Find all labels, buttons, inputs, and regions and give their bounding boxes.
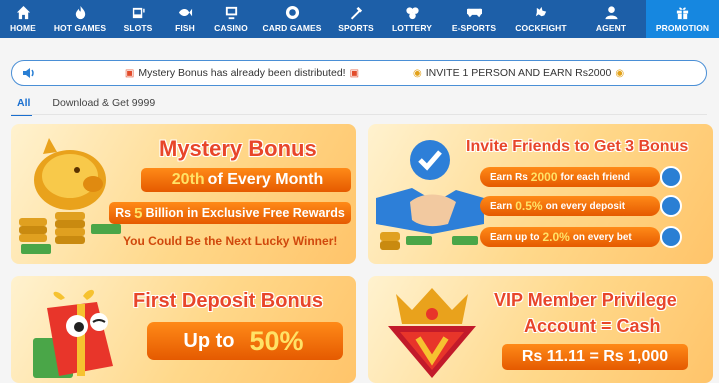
sports-icon bbox=[350, 6, 362, 20]
nav-lottery[interactable]: LOTTERY bbox=[382, 0, 442, 38]
nav-promotion[interactable]: PROMOTION bbox=[646, 0, 719, 38]
ticker-message-mystery: ▣ Mystery Bonus has already been distribu… bbox=[124, 67, 360, 79]
vip-crown-badge-illustration bbox=[388, 288, 476, 378]
mystery-reward-pill: Rs 5 Billion in Exclusive Free Rewards bbox=[109, 202, 351, 224]
home-icon bbox=[16, 5, 30, 20]
fish-icon bbox=[178, 8, 192, 17]
gift-box-mascot-illustration bbox=[33, 289, 113, 378]
deposit-icon bbox=[660, 195, 682, 217]
promo-tabs: All Download & Get 9999 bbox=[11, 95, 157, 116]
tab-divider bbox=[11, 114, 707, 115]
first-deposit-title: First Deposit Bonus bbox=[133, 290, 324, 312]
nav-sports[interactable]: SPORTS bbox=[330, 0, 382, 38]
nav-card-games[interactable]: CARD GAMES bbox=[254, 0, 330, 38]
promo-card-mystery-bonus[interactable]: Mystery Bonus 20th of Every Month Rs 5 Bill… bbox=[11, 124, 356, 264]
casino-icon bbox=[225, 6, 237, 20]
nav-home[interactable]: HOME bbox=[0, 0, 46, 38]
tab-all[interactable]: All bbox=[11, 95, 33, 116]
invite-row-deposit: Earn 0.5% on every deposit bbox=[480, 196, 660, 216]
chart-growth-icon bbox=[660, 226, 682, 248]
invite-friends-title: Invite Friends to Get 3 Bonus bbox=[466, 138, 689, 155]
top-nav: HOME HOT GAMES SLOTS FISH CASINO CARD GA… bbox=[0, 0, 719, 38]
handshake-icon: ◉ bbox=[413, 68, 422, 79]
gamepad-icon bbox=[466, 8, 482, 18]
invite-row-bet: Earn up to 2.0% on every bet bbox=[480, 227, 660, 247]
vip-value-pill: Rs 11.11 = Rs 1,000 bbox=[502, 344, 688, 370]
nav-agent[interactable]: AGENT bbox=[576, 0, 646, 38]
mystery-bonus-title: Mystery Bonus bbox=[159, 136, 317, 161]
speaker-icon bbox=[23, 68, 34, 78]
nav-e-sports[interactable]: E-SPORTS bbox=[442, 0, 506, 38]
agent-icon bbox=[604, 6, 618, 20]
vip-title-line1: VIP Member Privilege bbox=[494, 290, 677, 310]
invite-row-friend: Earn Rs 2000 for each friend bbox=[480, 167, 660, 187]
golden-pig-illustration bbox=[19, 138, 121, 254]
slot-machine-icon bbox=[132, 7, 145, 19]
promo-card-first-deposit[interactable]: First Deposit Bonus Up to 50% bbox=[11, 276, 356, 383]
promo-card-vip[interactable]: VIP Member Privilege Account = Cash Rs 1… bbox=[368, 276, 713, 383]
nav-fish[interactable]: FISH bbox=[162, 0, 208, 38]
nav-hot-games[interactable]: HOT GAMES bbox=[46, 0, 114, 38]
flame-icon bbox=[75, 5, 85, 20]
ticker-message-invite: ◉ INVITE 1 PERSON AND EARN Rs2000 ◉ bbox=[413, 67, 625, 79]
nav-cockfight[interactable]: COCKFIGHT bbox=[506, 0, 576, 38]
gift-icon: ▣ bbox=[124, 68, 135, 79]
rooster-icon bbox=[535, 6, 546, 17]
first-deposit-pill: Up to 50% bbox=[147, 322, 343, 360]
nav-casino[interactable]: CASINO bbox=[208, 0, 254, 38]
tab-download-get-9999[interactable]: Download & Get 9999 bbox=[46, 95, 157, 116]
gift-icon: ▣ bbox=[349, 68, 360, 79]
mystery-date-pill: 20th of Every Month bbox=[141, 168, 351, 192]
friend-icon bbox=[660, 166, 682, 188]
promo-card-invite-friends[interactable]: Invite Friends to Get 3 Bonus Earn Rs 200… bbox=[368, 124, 713, 264]
poker-chip-icon bbox=[285, 5, 299, 20]
handshake-icon: ◉ bbox=[615, 68, 625, 79]
nav-slots[interactable]: SLOTS bbox=[114, 0, 162, 38]
vip-title-line2: Account = Cash bbox=[524, 316, 661, 336]
gift-icon bbox=[676, 7, 689, 20]
mystery-tagline: You Could Be the Next Lucky Winner! bbox=[123, 234, 338, 248]
lottery-balls-icon bbox=[405, 7, 419, 20]
announcement-ticker[interactable]: ▣ Mystery Bonus has already been distribu… bbox=[11, 60, 707, 86]
